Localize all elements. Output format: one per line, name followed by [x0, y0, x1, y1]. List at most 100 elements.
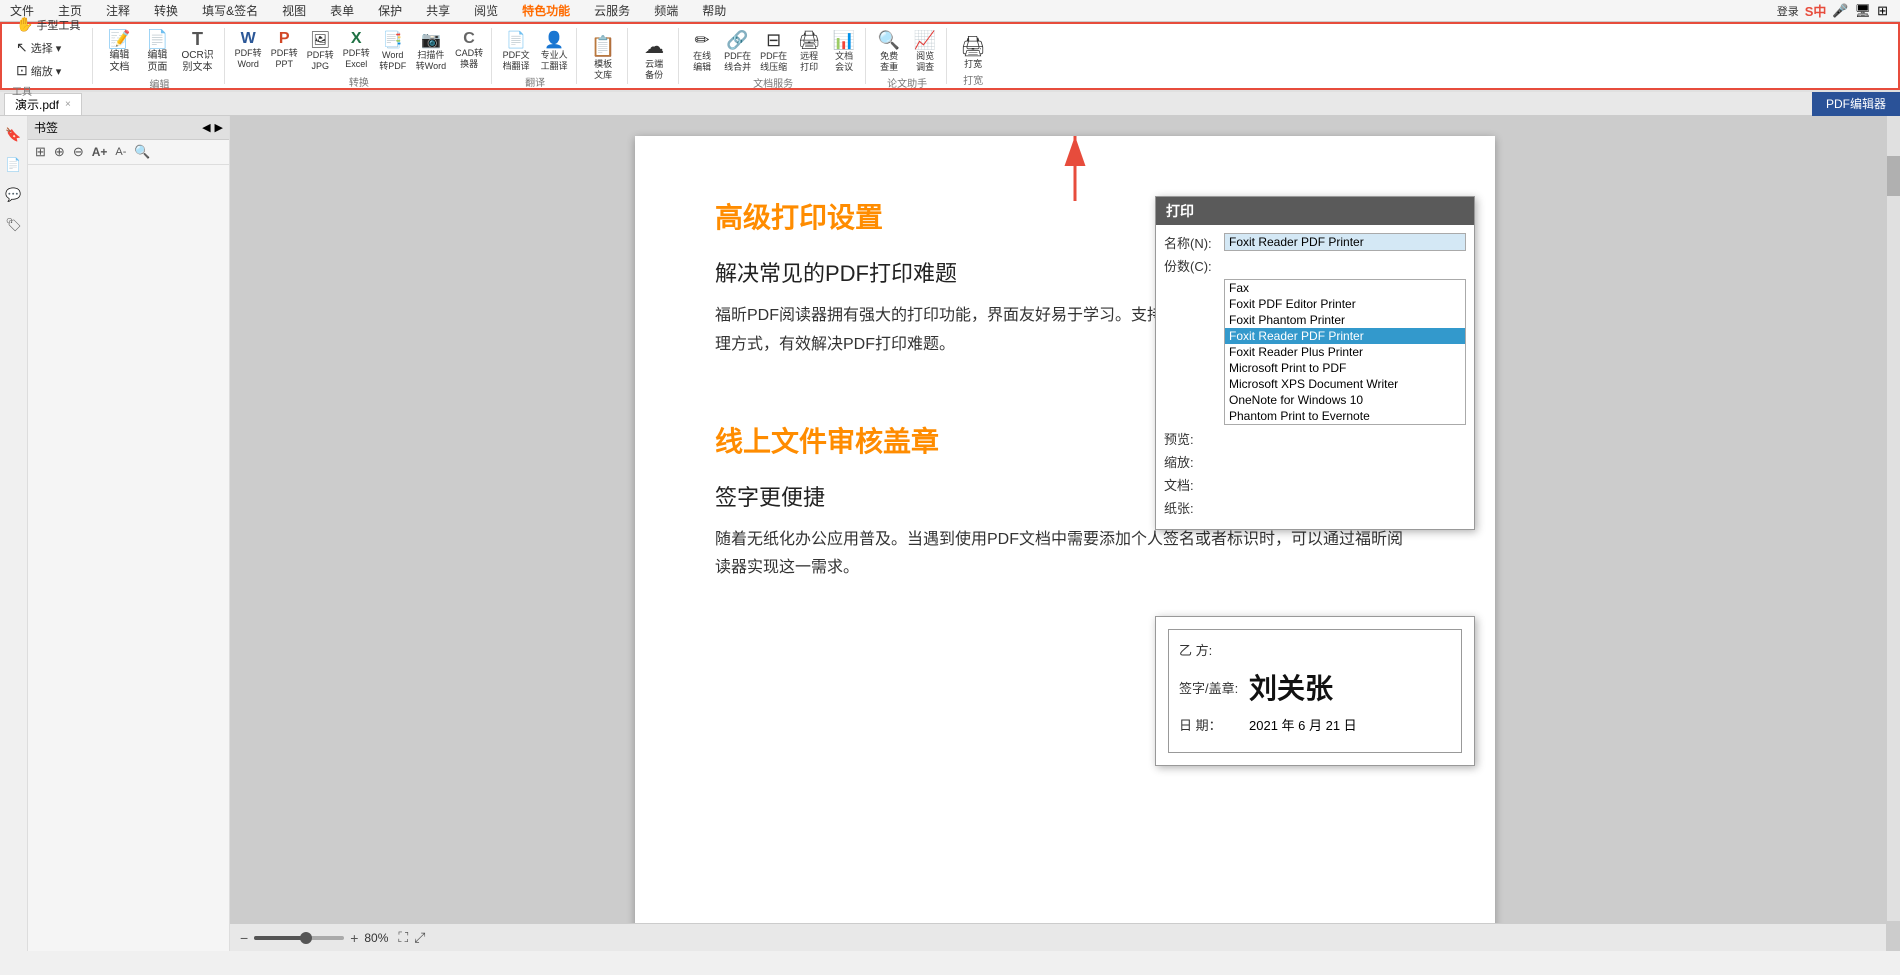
scroll-thumb[interactable] [1887, 156, 1900, 196]
pdf-to-word-button[interactable]: W PDF转Word [231, 28, 266, 72]
menu-special[interactable]: 特色功能 [516, 0, 576, 21]
zoom-icon: ⊡ [16, 62, 28, 79]
expand-button-2[interactable]: ⤢ [414, 929, 425, 946]
print-icon: 🖨 [960, 34, 985, 59]
menu-freq[interactable]: 频端 [648, 0, 684, 21]
pdf-merge-button[interactable]: 🔗 PDF在线合并 [720, 28, 755, 75]
menu-browse[interactable]: 阅览 [468, 0, 504, 21]
print-name-input[interactable] [1224, 233, 1466, 251]
pdf-to-jpg-button[interactable]: 🖼 PDF转JPG [303, 28, 338, 74]
word-to-pdf-button[interactable]: 📑 Word转PDF [375, 28, 411, 74]
pdf-compress-button[interactable]: ⊟ PDF在线压缩 [756, 28, 791, 75]
printer-onenote[interactable]: OneNote for Windows 10 [1225, 392, 1465, 408]
menu-view[interactable]: 视图 [276, 0, 312, 21]
login-button[interactable]: 登录 [1777, 3, 1799, 19]
zoom-out-button[interactable]: − [240, 930, 248, 946]
menu-form[interactable]: 表单 [324, 0, 360, 21]
merge-icon: 🔗 [726, 30, 748, 51]
printer-list-spacer [1164, 279, 1224, 425]
menu-help[interactable]: 帮助 [696, 0, 732, 21]
print-label: 打宽 [963, 72, 983, 87]
screen-icon[interactable]: 🖥 [1855, 3, 1872, 19]
sidebar-tool-grid[interactable]: ⊞ [32, 143, 49, 161]
sidebar-panel-header: 书签 ◀ ▶ [28, 116, 229, 140]
page-content: 高级打印设置 解决常见的PDF打印难题 福昕PDF阅读器拥有强大的打印功能，界面… [635, 136, 1495, 936]
online-label: 文档服务 [685, 75, 861, 90]
zoom-slider[interactable] [254, 936, 344, 940]
online-edit-button[interactable]: ✏ 在线编辑 [685, 28, 719, 75]
cloud-backup-button[interactable]: ☁ 云端备份 [636, 32, 672, 83]
pdf-to-ppt-button[interactable]: P PDF转PPT [267, 28, 302, 72]
tools-group: ✋ 手型工具 ↖ 选择 ▾ ⊡ 缩放 ▾ 工具 [8, 28, 93, 84]
page-panel-button[interactable]: 📄 [3, 154, 25, 176]
edit-doc-button[interactable]: 📝 编辑文档 [101, 28, 137, 76]
paper-group: 🔍 免费查重 📈 阅览调查 论文助手 [868, 28, 947, 84]
expand-button[interactable]: ⛶ [398, 929, 408, 946]
zoom-thumb[interactable] [300, 932, 312, 944]
zoom-tool-button[interactable]: ⊡ 缩放 ▾ [12, 60, 65, 81]
template-library-button[interactable]: 📋 模板文库 [585, 32, 621, 83]
doc-meeting-button[interactable]: 📊 文档会议 [827, 28, 861, 75]
select-tool-button[interactable]: ↖ 选择 ▾ [12, 37, 65, 58]
print-copies-row: 份数(C): [1164, 256, 1466, 275]
menu-cloud[interactable]: 云服务 [588, 0, 636, 21]
comment-panel-button[interactable]: 💬 [3, 184, 25, 206]
pdf-to-excel-button[interactable]: X PDF转Excel [339, 28, 374, 72]
printer-ms-xps[interactable]: Microsoft XPS Document Writer [1225, 376, 1465, 392]
printer-fax[interactable]: Fax [1225, 280, 1465, 296]
scan-icon: 📷 [421, 30, 441, 50]
printer-foxit-phantom[interactable]: Foxit Phantom Printer [1225, 312, 1465, 328]
scroll-bar[interactable] [1886, 116, 1900, 921]
sidebar-expand-button[interactable]: ◀ [202, 121, 210, 134]
mic-icon[interactable]: 🎤 [1832, 3, 1848, 19]
sig-label: 签字/盖章: [1179, 678, 1249, 697]
menu-annotate[interactable]: 注释 [100, 0, 136, 21]
sidebar-tool-bookmark-add[interactable]: ⊕ [51, 143, 68, 161]
print-name-label: 名称(N): [1164, 233, 1224, 252]
printer-foxit-reader[interactable]: Foxit Reader PDF Printer [1225, 328, 1465, 344]
scan-to-word-button[interactable]: 📷 扫描件转Word [412, 28, 450, 74]
paper-label: 论文助手 [887, 75, 927, 90]
bookmark-panel-button[interactable]: 🔖 [3, 124, 25, 146]
pdf-jpg-icon: 🖼 [310, 30, 330, 50]
pdf-editor-label: PDF编辑器 [1826, 95, 1886, 112]
grid-icon[interactable]: ⊞ [1877, 3, 1888, 19]
remote-print-button[interactable]: 🖨 远程打印 [792, 28, 826, 75]
print-zoom-row: 缩放: [1164, 452, 1466, 471]
tab-close-button[interactable]: × [65, 99, 71, 110]
sidebar-tool-bookmark-remove[interactable]: ⊖ [70, 143, 87, 161]
ocr-button[interactable]: T OCR识别文本 [177, 28, 217, 76]
printer-foxit-plus[interactable]: Foxit Reader Plus Printer [1225, 344, 1465, 360]
sidebar-tool-font-decrease[interactable]: A- [112, 145, 129, 159]
printer-foxit-editor[interactable]: Foxit PDF Editor Printer [1225, 296, 1465, 312]
printer-list: Fax Foxit PDF Editor Printer Foxit Phant… [1224, 279, 1466, 425]
menu-protect[interactable]: 保护 [372, 0, 408, 21]
reading-survey-button[interactable]: 📈 阅览调查 [908, 28, 942, 75]
sidebar-collapse-button[interactable]: ▶ [215, 121, 223, 134]
signature-box: 乙 方: 签字/盖章: 刘关张 日 期： 2021 年 6 月 21 日 [1168, 629, 1462, 753]
printer-evernote[interactable]: Phantom Print to Evernote [1225, 408, 1465, 424]
zoom-in-button[interactable]: + [350, 930, 358, 946]
plagiarism-check-button[interactable]: 🔍 免费查重 [872, 28, 906, 75]
pdf-editor-button[interactable]: PDF编辑器 [1812, 92, 1900, 116]
menu-convert[interactable]: 转换 [148, 0, 184, 21]
print-name-row: 名称(N): [1164, 233, 1466, 252]
cad-converter-button[interactable]: C CAD转换器 [451, 28, 487, 72]
sidebar-tool-search[interactable]: 🔍 [131, 143, 153, 161]
tag-panel-button[interactable]: 🏷 [3, 214, 25, 236]
printer-ms-pdf[interactable]: Microsoft Print to PDF [1225, 360, 1465, 376]
sidebar-tool-font-increase[interactable]: A+ [89, 144, 111, 160]
menu-sign[interactable]: 填写&签名 [196, 0, 264, 21]
pdf-translate-button[interactable]: 📄 PDF文档翻译 [498, 28, 534, 74]
print-doc-row: 文档: [1164, 475, 1466, 494]
zoom-value: 80% [364, 931, 388, 945]
convert-label: 转换 [231, 74, 487, 89]
sogou-icon[interactable]: S中 [1805, 1, 1827, 20]
translate-label: 翻译 [498, 74, 572, 89]
hand-tool-button[interactable]: ✋ 手型工具 [12, 14, 84, 35]
print-dialog: 打印 名称(N): 份数(C): [1155, 196, 1475, 530]
edit-page-button[interactable]: 📄 编辑页面 [139, 28, 175, 76]
print-button[interactable]: 🖨 打宽 [955, 32, 991, 72]
menu-share[interactable]: 共享 [420, 0, 456, 21]
pro-translate-button[interactable]: 👤 专业人工翻译 [536, 28, 572, 74]
